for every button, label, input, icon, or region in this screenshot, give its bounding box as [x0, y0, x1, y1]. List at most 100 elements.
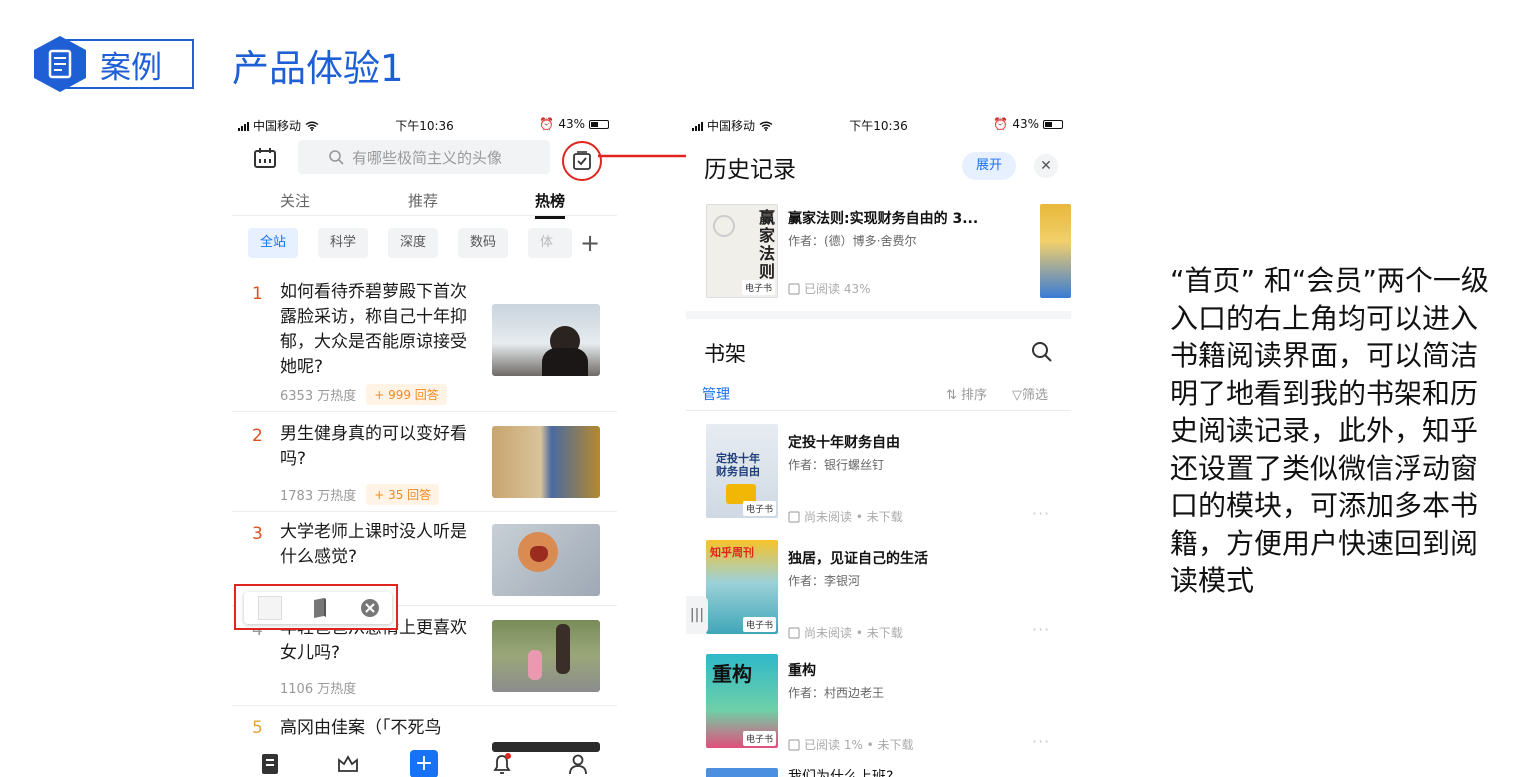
hot-title: 如何看待乔碧萝殿下首次露脸采访，称自己十年抑郁，大众是否能原谅接受她呢? — [280, 282, 467, 377]
shelf-book-status-text: 已阅读 1% • 未下载 — [804, 738, 914, 752]
tab-recommend[interactable]: 推荐 — [408, 190, 438, 211]
hot-list-item[interactable]: 2 男生健身真的可以变好看吗? 1783 万热度 + 35 回答 — [232, 420, 617, 512]
search-icon — [329, 150, 344, 165]
battery-percent: 43% — [558, 117, 585, 131]
chip-digital[interactable]: 数码 — [458, 228, 509, 258]
chip-sports[interactable]: 体育 — [528, 228, 572, 258]
more-icon[interactable]: ··· — [1032, 504, 1050, 523]
hot-thumbnail — [492, 304, 600, 376]
expand-button[interactable]: 展开 — [962, 152, 1016, 180]
alarm-icon: ⏰ — [539, 117, 555, 131]
shelf-book-item[interactable]: 我们为什么上班? — [686, 766, 1071, 777]
shelf-book-author: 作者：银行螺丝钉 — [788, 458, 885, 472]
search-placeholder: 有哪些极简主义的头像 — [352, 148, 503, 167]
search-input[interactable]: 有哪些极简主义的头像 — [298, 140, 550, 174]
hot-list-item[interactable]: 5 高冈由佳案（「不死鸟 — [232, 712, 617, 752]
shelf-book-cover — [706, 768, 778, 777]
feed-tabs: 关注 推荐 热榜 — [232, 186, 617, 219]
chip-science[interactable]: 科学 — [318, 228, 369, 258]
manage-button[interactable]: 管理 — [702, 384, 730, 404]
close-circle-icon[interactable] — [358, 596, 382, 620]
ebook-tag: 电子书 — [742, 617, 776, 632]
bookshelf-title: 书架 — [704, 342, 746, 366]
bottom-nav: + — [232, 748, 617, 777]
shelf-book-title: 我们为什么上班? — [788, 769, 894, 777]
shelf-book-status: 已阅读 1% • 未下载 — [788, 736, 914, 753]
drag-handle[interactable]: ||| — [686, 596, 708, 634]
shelf-book-author: 作者：李银河 — [788, 574, 861, 588]
tab-follow[interactable]: 关注 — [280, 190, 310, 211]
hot-rank: 2 — [252, 426, 263, 446]
hot-title: 男生健身真的可以变好看吗? — [280, 424, 467, 469]
reading-entry-button[interactable] — [562, 141, 602, 181]
shelf-book-item[interactable]: 知乎周刊 电子书 独居，见证自己的生活 作者：李银河 尚未阅读 • 未下载 ··… — [686, 538, 1071, 642]
category-chips: 全站 科学 深度 数码 体育 + — [248, 228, 608, 258]
answers-badge: + 35 回答 — [366, 484, 440, 505]
heat-count: 1106 万热度 — [280, 682, 357, 697]
home-icon[interactable] — [258, 752, 282, 776]
history-book-title: 赢家法则:实现财务自由的 3... — [788, 211, 979, 227]
ebook-tag: 电子书 — [742, 501, 776, 516]
next-history-book-cover[interactable] — [1040, 204, 1071, 298]
search-icon[interactable] — [1030, 340, 1054, 364]
more-icon[interactable]: ··· — [1032, 732, 1050, 751]
history-book-author: 作者：(德）博多·舍费尔 — [788, 234, 917, 248]
close-icon[interactable]: ✕ — [1034, 154, 1058, 178]
reading-history-screen: 中国移动 下午10:36 ⏰ 43% 历史记录 展开 ✕ 赢家法则 电子书 赢家… — [686, 110, 1071, 777]
crown-icon[interactable] — [336, 752, 360, 776]
floating-window-bar — [244, 592, 392, 624]
battery-icon — [589, 119, 609, 129]
status-bar: 中国移动 下午10:36 ⏰ 43% — [686, 114, 1071, 134]
bell-icon[interactable] — [490, 752, 514, 776]
filter-label: 筛选 — [1022, 388, 1049, 403]
filter-button[interactable]: ▽筛选 — [1012, 384, 1048, 403]
shelf-book-status: 尚未阅读 • 未下载 — [788, 624, 903, 641]
hot-thumbnail — [492, 524, 600, 596]
cover-title: 知乎周刊 — [710, 546, 754, 559]
ebook-tag: 电子书 — [742, 731, 776, 746]
hot-title: 高冈由佳案（「不死鸟 — [280, 718, 442, 738]
shelf-book-item[interactable]: 定投十年 财务自由 电子书 定投十年财务自由 作者：银行螺丝钉 尚未阅读 • 未… — [686, 422, 1071, 526]
book-status-icon — [788, 510, 800, 523]
add-category-icon[interactable]: + — [580, 228, 600, 258]
floating-book-cover[interactable] — [258, 596, 282, 620]
book-icon[interactable] — [308, 596, 332, 620]
shelf-book-item[interactable]: 重构 电子书 重构 作者：村西边老王 已阅读 1% • 未下载 ··· — [686, 654, 1071, 758]
battery-icon — [1043, 119, 1063, 129]
book-status-icon — [788, 738, 800, 751]
hot-thumbnail — [492, 620, 600, 692]
cover-title: 重构 — [712, 662, 752, 686]
tab-hot-list[interactable]: 热榜 — [535, 190, 566, 219]
hot-meta: 1783 万热度 + 35 回答 — [280, 484, 440, 505]
hot-rank: 3 — [252, 524, 263, 544]
zhihu-hot-list-screen: 中国移动 下午10:36 ⏰ 43% 有哪些极简主义的头像 关注 推荐 热榜 全… — [232, 110, 617, 777]
cover-title: 定投十年 财务自由 — [716, 452, 760, 478]
shelf-book-cover: 知乎周刊 电子书 — [706, 540, 778, 634]
more-icon[interactable]: ··· — [1032, 620, 1050, 639]
sort-button[interactable]: ⇅ 排序 — [946, 384, 987, 403]
hot-rank: 5 — [252, 718, 263, 738]
profile-icon[interactable] — [566, 752, 590, 776]
hot-list-item[interactable]: 1 如何看待乔碧萝殿下首次露脸采访，称自己十年抑郁，大众是否能原谅接受她呢? 6… — [232, 278, 617, 412]
book-status-icon — [788, 626, 800, 639]
top-bar: 有哪些极简主义的头像 — [232, 138, 617, 181]
chip-all-site[interactable]: 全站 — [248, 228, 299, 258]
shelf-book-status: 尚未阅读 • 未下载 — [788, 508, 903, 525]
calendar-icon[interactable] — [254, 148, 276, 168]
chip-depth[interactable]: 深度 — [388, 228, 439, 258]
shelf-book-author: 作者：村西边老王 — [788, 686, 885, 700]
history-book-card[interactable]: 赢家法则 电子书 赢家法则:实现财务自由的 3... 作者：(德）博多·舍费尔 … — [686, 202, 1071, 304]
sort-label: 排序 — [961, 388, 988, 403]
document-icon — [34, 36, 86, 92]
shelf-book-status-text: 尚未阅读 • 未下载 — [804, 510, 903, 524]
cover-title: 赢家法则 — [759, 208, 776, 281]
ebook-tag: 电子书 — [741, 280, 775, 295]
alarm-icon: ⏰ — [993, 117, 1009, 131]
shelf-divider — [686, 410, 1071, 411]
hot-title: 大学老师上课时没人听是什么感觉? — [280, 522, 467, 567]
status-bar: 中国移动 下午10:36 ⏰ 43% — [232, 114, 617, 134]
hot-meta: 6353 万热度 + 999 回答 — [280, 384, 447, 405]
floating-reading-window[interactable] — [234, 584, 398, 630]
battery-percent: 43% — [1012, 117, 1039, 131]
add-icon[interactable]: + — [410, 750, 438, 777]
